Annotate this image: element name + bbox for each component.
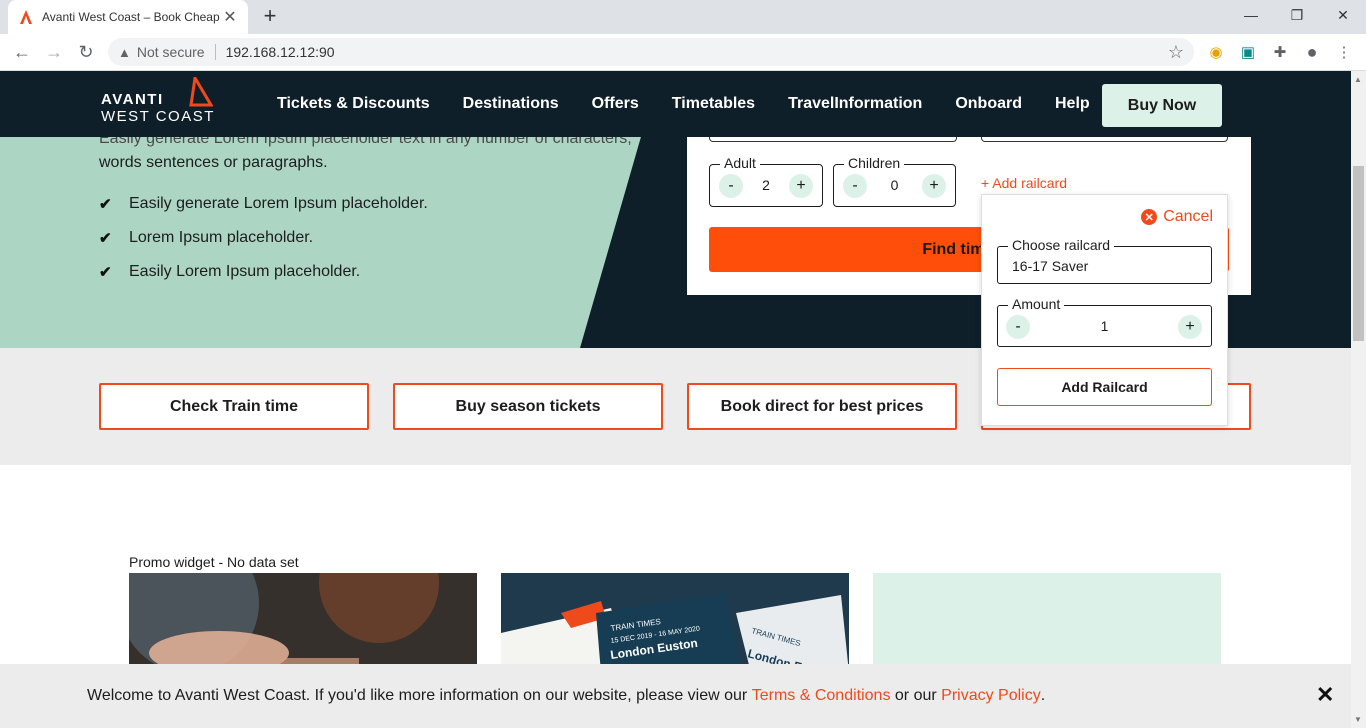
website-viewport: Easily generate Lorem Ipsum placeholder …: [0, 71, 1351, 728]
scrollbar-thumb[interactable]: [1353, 166, 1364, 341]
bullet-text: Easily generate Lorem Ipsum placeholder.: [129, 195, 428, 212]
amount-increment-button[interactable]: +: [1178, 315, 1202, 339]
choose-railcard-select[interactable]: Choose railcard 16-17 Saver: [997, 237, 1212, 284]
cancel-railcard-button[interactable]: ✕ Cancel: [1141, 208, 1213, 226]
nav-timetables[interactable]: Timetables: [672, 95, 755, 113]
check-icon: ✔: [99, 264, 112, 281]
cookie-or-text: or our: [894, 687, 937, 704]
promo-widget-label: Promo widget - No data set: [129, 554, 299, 570]
site-header: AVANTI WEST COAST Tickets & Discounts De…: [0, 71, 1351, 137]
terms-conditions-link[interactable]: Terms & Conditions: [752, 687, 891, 705]
forward-icon[interactable]: →: [42, 40, 66, 64]
adult-counter: Adult - 2 +: [709, 155, 823, 207]
book-direct-button[interactable]: Book direct for best prices: [687, 383, 957, 430]
tab-close-icon[interactable]: ✕: [222, 7, 238, 27]
warning-icon: ▲: [118, 44, 131, 60]
promo-card-photo[interactable]: [129, 573, 477, 673]
privacy-policy-link[interactable]: Privacy Policy: [941, 687, 1041, 705]
choose-railcard-value: 16-17 Saver: [1012, 258, 1089, 274]
avanti-favicon-icon: [20, 10, 32, 24]
choose-railcard-label: Choose railcard: [1008, 237, 1115, 253]
cookie-banner: Welcome to Avanti West Coast. If you'd l…: [0, 664, 1351, 728]
adult-label: Adult: [720, 155, 760, 171]
nav-help[interactable]: Help: [1055, 95, 1090, 113]
timetable-leaflets-image: TRAIN TIMES 15 DEC 2019 - 16 MAY 2020 Lo…: [501, 573, 849, 673]
promo-card-empty[interactable]: [873, 573, 1221, 673]
address-bar[interactable]: ▲ Not secure 192.168.12.12:90 ☆: [108, 38, 1194, 66]
promo-photo-image: [129, 573, 477, 673]
nav-destinations[interactable]: Destinations: [463, 95, 559, 113]
cancel-circle-icon: ✕: [1141, 209, 1158, 225]
nav-offers[interactable]: Offers: [592, 95, 639, 113]
children-label: Children: [844, 155, 905, 171]
security-label: Not secure: [136, 44, 205, 60]
bullet-item: ✔ Easily generate Lorem Ipsum placeholder…: [99, 187, 428, 221]
railcard-panel: ✕ Cancel Choose railcard 16-17 Saver Amo…: [981, 194, 1228, 426]
bullet-item: ✔ Easily Lorem Ipsum placeholder.: [99, 255, 428, 289]
avanti-logo[interactable]: AVANTI WEST COAST: [101, 77, 215, 125]
browser-menu-icon[interactable]: ⋮: [1334, 42, 1354, 62]
reload-icon[interactable]: ↻: [74, 40, 98, 64]
nav-tickets-discounts[interactable]: Tickets & Discounts: [277, 95, 430, 113]
cookie-close-icon[interactable]: ✕: [1316, 682, 1334, 708]
logo-line-2: WEST COAST: [101, 108, 215, 125]
tab-title: Avanti West Coast – Book Cheap: [42, 10, 220, 24]
bookmark-star-icon[interactable]: ☆: [1168, 42, 1184, 63]
promo-card-timetable[interactable]: TRAIN TIMES 15 DEC 2019 - 16 MAY 2020 Lo…: [501, 573, 849, 673]
nav-onboard[interactable]: Onboard: [955, 95, 1022, 113]
window-close-icon[interactable]: ✕: [1320, 0, 1366, 30]
scroll-up-icon[interactable]: ▲: [1354, 75, 1362, 84]
cancel-label: Cancel: [1163, 208, 1213, 225]
minimize-icon[interactable]: —: [1228, 0, 1274, 30]
scroll-down-icon[interactable]: ▼: [1354, 715, 1362, 724]
hero-text-line-2: words sentences or paragraphs.: [99, 154, 328, 171]
extension-timer-icon[interactable]: ◉: [1206, 42, 1226, 62]
browser-tab-bar: Avanti West Coast – Book Cheap ✕ + — ❐ ✕: [0, 0, 1366, 34]
browser-toolbar: ← → ↻ ▲ Not secure 192.168.12.12:90 ☆ ◉ …: [0, 34, 1366, 71]
hero-bullet-list: ✔ Easily generate Lorem Ipsum placeholder…: [99, 187, 428, 289]
amount-label: Amount: [1008, 296, 1065, 312]
buy-season-tickets-button[interactable]: Buy season tickets: [393, 383, 663, 430]
restore-icon[interactable]: ❐: [1274, 0, 1320, 30]
children-counter: Children - 0 +: [833, 155, 956, 207]
page-scrollbar[interactable]: ▲ ▼: [1351, 71, 1366, 728]
back-icon[interactable]: ←: [10, 40, 34, 64]
avanti-logo-icon: [189, 77, 213, 107]
new-tab-icon[interactable]: +: [258, 5, 282, 29]
extensions-puzzle-icon[interactable]: ✚: [1270, 42, 1290, 62]
amount-stepper: Amount - 1 +: [997, 296, 1212, 347]
cookie-end-text: .: [1040, 687, 1046, 704]
extension-square-icon[interactable]: ▣: [1238, 42, 1258, 62]
browser-tab[interactable]: Avanti West Coast – Book Cheap ✕: [8, 0, 248, 34]
cookie-text: Welcome to Avanti West Coast. If you'd l…: [87, 687, 748, 704]
url-text: 192.168.12.12:90: [225, 44, 335, 60]
buy-now-button[interactable]: Buy Now: [1102, 84, 1222, 127]
add-railcard-button[interactable]: Add Railcard: [997, 368, 1212, 406]
check-train-time-button[interactable]: Check Train time: [99, 383, 369, 430]
bullet-text: Easily Lorem Ipsum placeholder.: [129, 263, 361, 280]
add-railcard-link[interactable]: + Add railcard: [981, 175, 1067, 191]
main-nav: Tickets & Discounts Destinations Offers …: [277, 95, 1123, 113]
children-increment-button[interactable]: +: [922, 174, 946, 198]
profile-avatar-icon[interactable]: ●: [1302, 42, 1322, 62]
omnibox-separator: [214, 44, 216, 60]
bullet-item: ✔ Lorem Ipsum placeholder.: [99, 221, 428, 255]
nav-travel-information[interactable]: TravelInformation: [788, 95, 922, 113]
check-icon: ✔: [99, 230, 112, 247]
adult-increment-button[interactable]: +: [789, 174, 813, 198]
check-icon: ✔: [99, 196, 112, 213]
bullet-text: Lorem Ipsum placeholder.: [129, 229, 314, 246]
